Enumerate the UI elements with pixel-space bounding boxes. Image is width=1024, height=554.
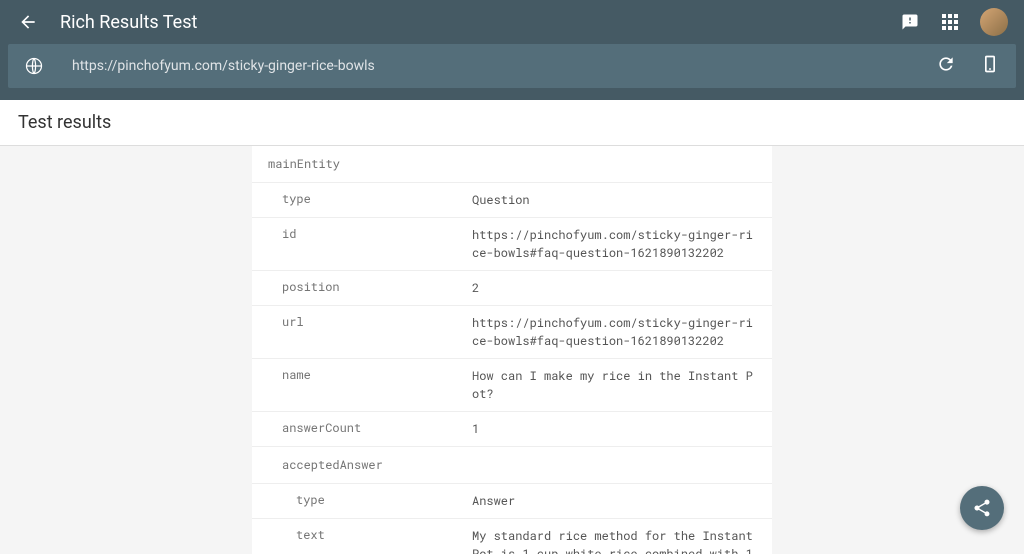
smartphone-icon xyxy=(980,54,1000,74)
property-row: urlhttps://pinchofyum.com/sticky-ginger-… xyxy=(252,306,772,359)
url-input[interactable]: https://pinchofyum.com/sticky-ginger-ric… xyxy=(72,58,936,74)
feedback-button[interactable] xyxy=(900,12,920,32)
header-actions xyxy=(900,8,1008,36)
property-value: Answer xyxy=(472,492,772,510)
property-key: url xyxy=(252,314,472,330)
property-row: textMy standard rice method for the Inst… xyxy=(252,519,772,554)
property-value: How can I make my rice in the Instant Po… xyxy=(472,367,772,403)
property-key: name xyxy=(252,367,472,383)
url-bar: https://pinchofyum.com/sticky-ginger-ric… xyxy=(8,44,1016,88)
property-row: position2 xyxy=(252,271,772,306)
feedback-icon xyxy=(901,13,919,31)
refresh-button[interactable] xyxy=(936,54,956,78)
property-row: typeAnswer xyxy=(252,484,772,519)
section-mainentity: mainEntity xyxy=(252,146,772,183)
section-acceptedanswer: acceptedAnswer xyxy=(252,447,772,484)
property-key: answerCount xyxy=(252,420,472,436)
user-avatar[interactable] xyxy=(980,8,1008,36)
property-value: https://pinchofyum.com/sticky-ginger-ric… xyxy=(472,314,772,350)
apps-icon xyxy=(942,14,958,30)
property-key: text xyxy=(252,527,472,543)
property-row: idhttps://pinchofyum.com/sticky-ginger-r… xyxy=(252,218,772,271)
property-value: 2 xyxy=(472,279,772,297)
property-row: answerCount1 xyxy=(252,412,772,447)
subheader-title: Test results xyxy=(18,112,1006,133)
property-key: type xyxy=(252,492,472,508)
property-key: id xyxy=(252,226,472,242)
share-button[interactable] xyxy=(960,486,1004,530)
apps-button[interactable] xyxy=(940,12,960,32)
property-key: type xyxy=(252,191,472,207)
property-row: typeQuestion xyxy=(252,183,772,218)
property-key: position xyxy=(252,279,472,295)
property-value: My standard rice method for the Instant … xyxy=(472,527,772,554)
arrow-back-icon xyxy=(18,12,38,32)
property-row: nameHow can I make my rice in the Instan… xyxy=(252,359,772,412)
refresh-icon xyxy=(936,54,956,74)
device-button[interactable] xyxy=(980,54,1000,78)
property-value: https://pinchofyum.com/sticky-ginger-ric… xyxy=(472,226,772,262)
globe-icon xyxy=(24,56,44,76)
content-area: mainEntity typeQuestionidhttps://pinchof… xyxy=(0,146,1024,554)
back-button[interactable] xyxy=(16,10,40,34)
share-icon xyxy=(972,498,992,518)
property-value: 1 xyxy=(472,420,772,438)
results-card: mainEntity typeQuestionidhttps://pinchof… xyxy=(252,146,772,554)
subheader: Test results xyxy=(0,100,1024,146)
page-title: Rich Results Test xyxy=(60,12,900,33)
property-value: Question xyxy=(472,191,772,209)
app-header: Rich Results Test xyxy=(0,0,1024,44)
